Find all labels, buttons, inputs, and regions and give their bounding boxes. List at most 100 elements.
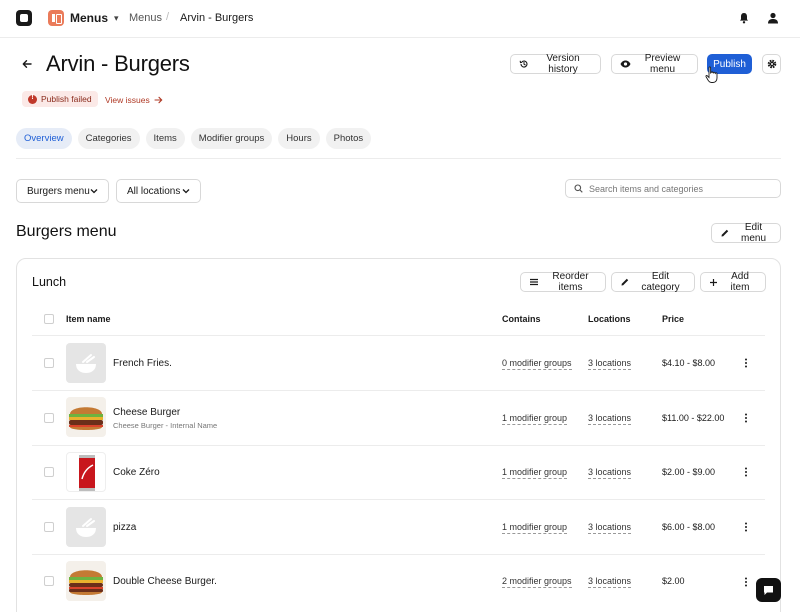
category-card — [16, 258, 781, 612]
placeholder-bowl-icon — [66, 507, 106, 547]
column-header-item-name: Item name — [66, 314, 111, 324]
gear-icon — [767, 59, 776, 69]
breadcrumb-current: Arvin - Burgers — [180, 12, 254, 24]
row-checkbox[interactable] — [44, 467, 54, 477]
search-input[interactable]: Search items and categories — [565, 179, 781, 198]
coke-can-image — [66, 452, 106, 492]
tab-modifier-groups[interactable]: Modifier groups — [190, 128, 273, 149]
chevron-down-icon: ▾ — [114, 12, 119, 23]
version-history-label: Version history — [546, 53, 580, 75]
hand-cursor-icon — [705, 66, 718, 83]
row-checkbox[interactable] — [44, 522, 54, 532]
modifier-groups-link[interactable]: 1 modifier group — [502, 467, 568, 479]
tab-bar: Overview Categories Items Modifier group… — [16, 128, 372, 149]
item-internal-name: Cheese Burger - Internal Name — [113, 421, 218, 430]
more-vertical-icon[interactable] — [743, 577, 749, 587]
tab-items[interactable]: Items — [145, 128, 185, 149]
select-all-checkbox[interactable] — [44, 314, 54, 324]
edit-menu-button[interactable]: Edit menu — [711, 222, 781, 244]
menu-select[interactable]: Burgers menu — [16, 179, 109, 203]
locations-link[interactable]: 3 locations — [588, 467, 632, 479]
breadcrumb-separator: / — [166, 11, 170, 23]
item-name[interactable]: Double Cheese Burger. — [113, 576, 217, 587]
history-icon — [519, 60, 528, 68]
preview-menu-label: Preview menu — [644, 53, 681, 75]
more-vertical-icon[interactable] — [743, 413, 749, 423]
location-select[interactable]: All locations — [116, 179, 201, 203]
tab-overview[interactable]: Overview — [16, 128, 72, 149]
tab-photos[interactable]: Photos — [325, 128, 372, 149]
app-switcher-label: Menus — [70, 11, 109, 25]
menus-app-icon — [48, 10, 64, 26]
list-icon — [530, 278, 538, 286]
chat-icon — [764, 585, 773, 595]
pencil-icon — [721, 229, 729, 237]
chevron-down-icon — [90, 189, 98, 194]
column-header-locations: Locations — [588, 314, 631, 324]
view-issues-link[interactable]: View issues — [105, 95, 163, 105]
eye-icon — [620, 60, 631, 68]
more-vertical-icon[interactable] — [743, 358, 749, 368]
divider — [32, 335, 765, 336]
breadcrumb-menus[interactable]: Menus — [129, 12, 162, 24]
row-checkbox[interactable] — [44, 358, 54, 368]
reorder-items-button[interactable]: Reorder items — [520, 271, 606, 293]
column-header-price: Price — [662, 314, 685, 324]
item-price: $2.00 — [662, 576, 685, 586]
item-name[interactable]: Cheese Burger — [113, 407, 180, 418]
back-arrow-icon[interactable] — [21, 58, 33, 70]
item-name[interactable]: Coke Zéro — [113, 467, 160, 478]
plus-icon — [710, 278, 717, 286]
item-price: $2.00 - $9.00 — [662, 467, 716, 477]
locations-link[interactable]: 3 locations — [588, 576, 632, 588]
item-name[interactable]: French Fries. — [113, 358, 172, 369]
locations-link[interactable]: 3 locations — [588, 522, 632, 534]
divider — [32, 499, 765, 500]
locations-link[interactable]: 3 locations — [588, 413, 632, 425]
preview-menu-button[interactable]: Preview menu — [611, 53, 698, 75]
tab-categories[interactable]: Categories — [77, 128, 140, 149]
reorder-items-label: Reorder items — [552, 271, 589, 293]
locations-link[interactable]: 3 locations — [588, 358, 632, 370]
divider — [32, 554, 765, 555]
publish-failed-label: Publish failed — [41, 94, 92, 104]
edit-category-label: Edit category — [641, 271, 680, 293]
row-checkbox[interactable] — [44, 576, 54, 586]
modifier-groups-link[interactable]: 0 modifier groups — [502, 358, 572, 370]
page-title: Arvin - Burgers — [46, 51, 190, 76]
placeholder-bowl-icon — [66, 343, 106, 383]
column-header-contains: Contains — [502, 314, 541, 324]
modifier-groups-link[interactable]: 2 modifier groups — [502, 576, 572, 588]
settings-button[interactable] — [762, 54, 781, 74]
publish-failed-badge: Publish failed — [22, 91, 98, 107]
bell-icon[interactable] — [738, 12, 750, 24]
top-nav: Menus ▾ Menus / Arvin - Burgers — [0, 0, 800, 38]
edit-menu-label: Edit menu — [740, 222, 766, 244]
chevron-down-icon — [182, 189, 190, 194]
burger-image — [66, 397, 106, 437]
item-price: $6.00 - $8.00 — [662, 522, 716, 532]
item-name[interactable]: pizza — [113, 522, 136, 533]
add-item-label: Add item — [730, 271, 750, 293]
divider — [32, 445, 765, 446]
modifier-groups-link[interactable]: 1 modifier group — [502, 413, 568, 425]
section-title: Burgers menu — [16, 223, 117, 240]
more-vertical-icon[interactable] — [743, 467, 749, 477]
app-switcher[interactable]: Menus ▾ — [48, 9, 119, 27]
brand-logo-icon[interactable] — [16, 10, 32, 26]
user-icon[interactable] — [767, 12, 779, 24]
error-icon — [28, 94, 37, 104]
edit-category-button[interactable]: Edit category — [611, 271, 695, 293]
arrow-right-icon — [154, 96, 163, 104]
tab-hours[interactable]: Hours — [278, 128, 320, 149]
search-placeholder: Search items and categories — [589, 183, 704, 194]
item-price: $4.10 - $8.00 — [662, 358, 716, 368]
add-item-button[interactable]: Add item — [700, 271, 766, 293]
more-vertical-icon[interactable] — [743, 522, 749, 532]
chat-button[interactable] — [756, 578, 781, 602]
row-checkbox[interactable] — [44, 413, 54, 423]
item-price: $11.00 - $22.00 — [662, 413, 725, 423]
modifier-groups-link[interactable]: 1 modifier group — [502, 522, 568, 534]
menu-select-value: Burgers menu — [27, 185, 90, 197]
version-history-button[interactable]: Version history — [510, 53, 601, 75]
